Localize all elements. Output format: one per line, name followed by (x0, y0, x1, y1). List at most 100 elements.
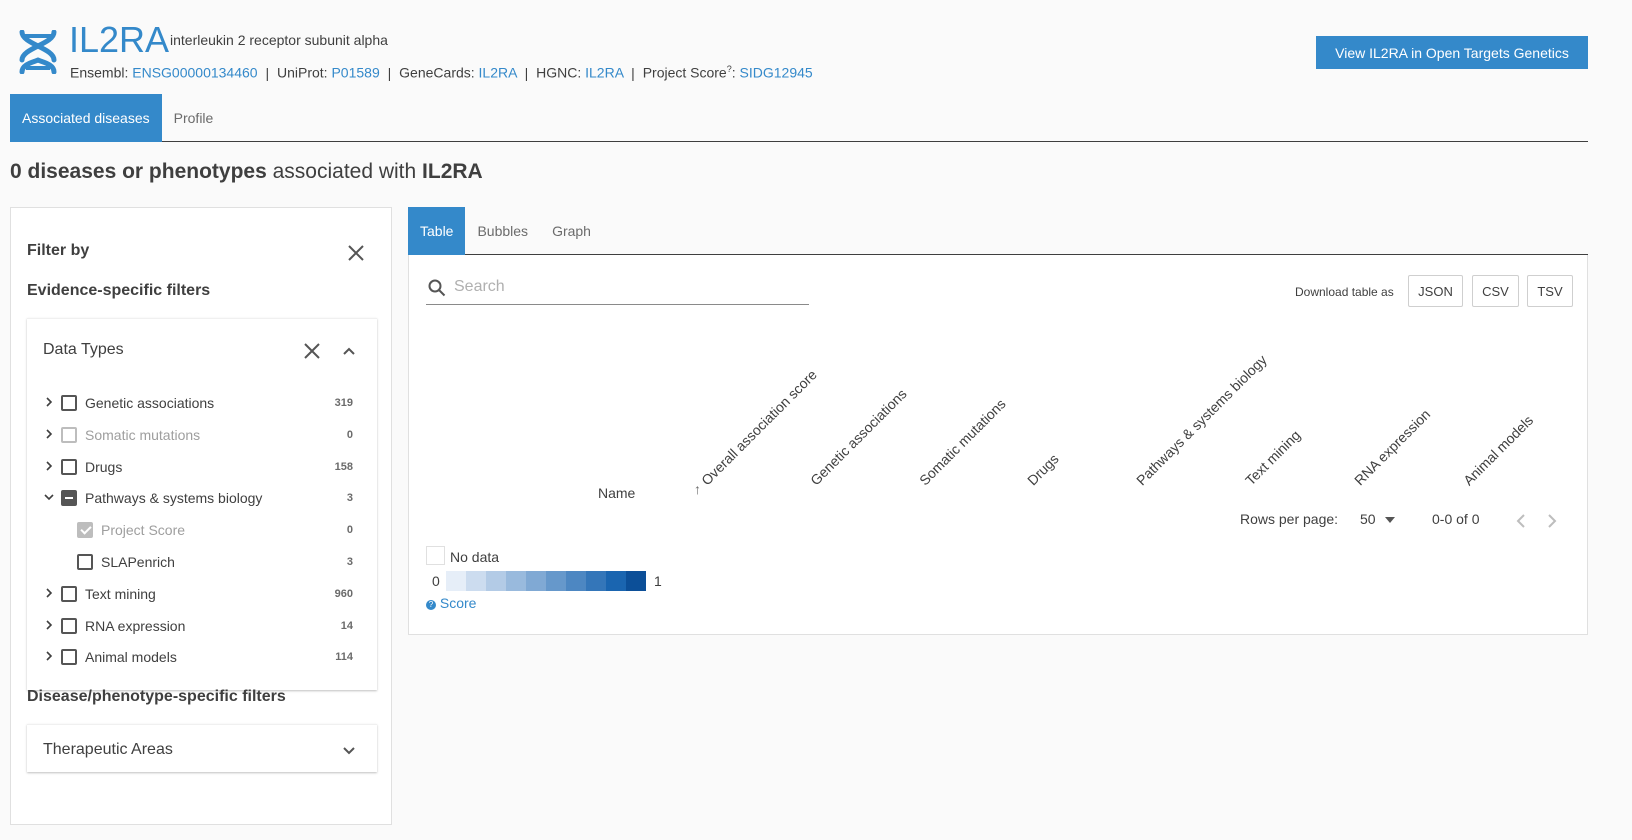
data-type-count: 158 (334, 460, 353, 473)
data-type-row[interactable]: Pathways & systems biology 3 (27, 482, 377, 514)
search-box (426, 273, 809, 305)
hgnc-link[interactable]: IL2RA (585, 65, 623, 81)
table-card: Download table as JSON CSV TSV Name Over… (408, 255, 1588, 635)
data-type-row[interactable]: Somatic mutations 0 (27, 419, 377, 451)
cross-references: Ensembl: ENSG00000134460 | UniProt: P015… (70, 64, 813, 81)
legend-min: 0 (432, 573, 440, 589)
scale-swatch (506, 571, 526, 591)
column-header-genetic-associations[interactable]: Genetic associations (807, 386, 910, 489)
therapeutic-areas-card[interactable]: Therapeutic Areas (27, 724, 377, 772)
chevron-right-icon[interactable] (37, 619, 61, 633)
download-label: Download table as (1295, 285, 1394, 299)
data-type-count: 0 (346, 524, 353, 537)
data-type-label: Project Score (101, 522, 186, 539)
sort-arrow-icon[interactable]: ↑ (694, 481, 701, 497)
data-type-label: Animal models (85, 649, 177, 666)
tab-profile[interactable]: Profile (162, 94, 226, 142)
ensembl-link[interactable]: ENSG00000134460 (132, 65, 257, 81)
data-type-checkbox[interactable] (61, 649, 77, 666)
data-type-row[interactable]: SLAPenrich 3 (27, 546, 377, 578)
data-type-checkbox[interactable] (61, 585, 77, 602)
uniprot-link[interactable]: P01589 (331, 65, 379, 81)
scale-swatch (606, 571, 626, 591)
data-type-checkbox (77, 522, 93, 539)
tab-graph[interactable]: Graph (540, 207, 603, 255)
scale-swatch (466, 571, 486, 591)
column-header-text-mining[interactable]: Text mining (1242, 427, 1303, 488)
download-json-button[interactable]: JSON (1408, 275, 1463, 307)
search-input[interactable] (452, 277, 802, 297)
data-type-row[interactable]: Project Score 0 (27, 514, 377, 546)
data-type-row[interactable]: Text mining 960 (27, 578, 377, 610)
chevron-down-icon[interactable] (37, 491, 61, 505)
open-targets-genetics-button[interactable]: View IL2RA in Open Targets Genetics (1316, 36, 1588, 69)
rows-per-page-select[interactable]: 50 (1360, 511, 1396, 527)
chevron-down-icon[interactable] (342, 743, 356, 757)
associations-panel: Table Bubbles Graph Download table as JS… (408, 207, 1588, 635)
data-type-checkbox[interactable] (61, 395, 77, 411)
column-header-drugs[interactable]: Drugs (1024, 451, 1062, 489)
help-circle-icon: ? (426, 600, 436, 610)
data-type-row[interactable]: Animal models 114 (27, 641, 377, 673)
column-header-somatic-mutations[interactable]: Somatic mutations (916, 396, 1009, 489)
association-summary: 0 diseases or phenotypes associated with… (10, 160, 483, 184)
tab-table[interactable]: Table (408, 207, 466, 255)
separator: | (387, 64, 392, 81)
chevron-up-icon[interactable] (342, 344, 356, 358)
chevron-right-icon[interactable] (37, 460, 61, 474)
dna-icon (19, 30, 57, 74)
gene-full-name: interleukin 2 receptor subunit alpha (170, 32, 388, 48)
uniprot-label: UniProt: (277, 64, 328, 81)
next-page-icon[interactable] (1547, 514, 1557, 528)
chevron-right-icon[interactable] (37, 587, 61, 601)
separator: | (265, 64, 270, 81)
data-type-label: Text mining (85, 585, 156, 602)
data-type-row[interactable]: Genetic associations 319 (27, 387, 377, 419)
therapeutic-areas-title: Therapeutic Areas (43, 741, 173, 758)
chevron-right-icon[interactable] (37, 428, 61, 442)
scale-swatch (566, 571, 586, 591)
data-type-label: Somatic mutations (85, 426, 201, 443)
disease-filters-title: Disease/phenotype-specific filters (27, 688, 286, 705)
column-header-animal-models[interactable]: Animal models (1460, 412, 1536, 488)
data-type-count: 3 (346, 492, 353, 505)
column-header-overall-score[interactable]: Overall association score (698, 366, 820, 488)
data-type-checkbox[interactable] (77, 554, 93, 570)
chevron-right-icon[interactable] (37, 650, 61, 664)
scale-swatch (446, 571, 466, 591)
close-icon[interactable] (347, 244, 365, 262)
hgnc-label: HGNC: (536, 64, 582, 81)
data-type-count: 0 (346, 428, 353, 441)
data-type-checkbox[interactable] (61, 458, 77, 475)
tab-associated-diseases[interactable]: Associated diseases (10, 94, 162, 142)
data-type-label: RNA expression (85, 617, 186, 634)
data-type-row[interactable]: Drugs 158 (27, 451, 377, 483)
clear-data-types-icon[interactable] (303, 342, 321, 360)
data-type-row[interactable]: RNA expression 14 (27, 610, 377, 642)
tab-bubbles[interactable]: Bubbles (465, 207, 540, 255)
data-type-checkbox[interactable] (61, 617, 77, 634)
column-header-name[interactable]: Name (598, 485, 635, 501)
rows-per-page-value: 50 (1360, 511, 1376, 527)
chevron-right-icon[interactable] (37, 396, 61, 410)
data-type-checkbox[interactable] (61, 490, 77, 507)
data-type-count: 114 (335, 651, 353, 664)
genecards-label: GeneCards: (399, 64, 475, 81)
project-score-label: Project Score (642, 64, 727, 81)
download-csv-button[interactable]: CSV (1472, 275, 1519, 307)
data-type-count: 319 (334, 397, 353, 409)
score-help-link[interactable]: ? Score (426, 595, 476, 611)
summary-middle: associated with (266, 160, 423, 183)
data-type-label: SLAPenrich (101, 554, 175, 570)
scale-swatch (586, 571, 606, 591)
data-type-count: 3 (346, 556, 353, 568)
scale-swatch (546, 571, 566, 591)
score-link-label: Score (439, 595, 477, 611)
genecards-link[interactable]: IL2RA (479, 65, 517, 81)
separator: | (631, 64, 635, 81)
data-type-label: Genetic associations (85, 395, 215, 411)
project-score-link[interactable]: SIDG12945 (740, 65, 813, 81)
download-tsv-button[interactable]: TSV (1527, 275, 1573, 307)
previous-page-icon[interactable] (1516, 514, 1526, 528)
column-header-rna-expression[interactable]: RNA expression (1351, 406, 1433, 488)
